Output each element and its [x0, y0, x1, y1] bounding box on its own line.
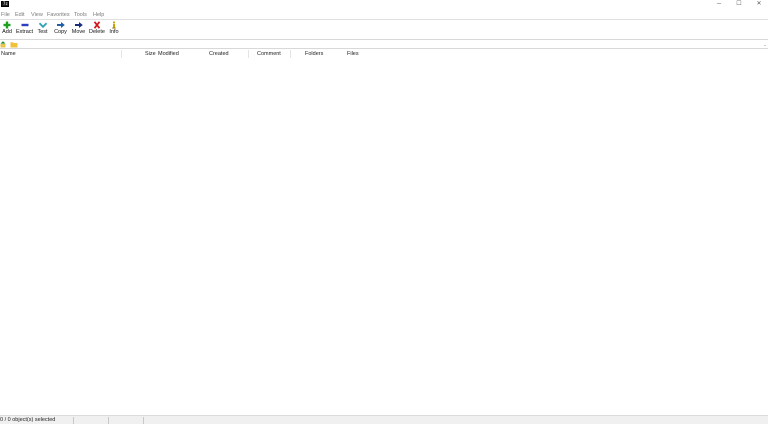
minimize-button[interactable]: ─ — [709, 0, 729, 9]
column-divider[interactable] — [248, 50, 249, 58]
status-divider — [143, 417, 144, 424]
column-header-modified[interactable]: Modified — [158, 50, 179, 58]
menu-help[interactable]: Help — [93, 12, 104, 19]
test-label: Test — [37, 29, 48, 35]
minus-icon — [21, 23, 28, 27]
column-header-folders[interactable]: Folders — [305, 50, 323, 58]
column-divider[interactable] — [121, 50, 122, 58]
menu-favorites[interactable]: Favorites — [47, 12, 70, 19]
copy-arrow-icon — [56, 22, 65, 28]
status-bar: 0 / 0 object(s) selected — [0, 415, 768, 424]
up-folder-icon[interactable] — [0, 41, 7, 48]
copy-label: Copy — [54, 29, 67, 35]
info-button[interactable]: Info — [108, 21, 120, 39]
menu-file[interactable]: File — [1, 12, 10, 19]
extract-label: Extract — [15, 29, 34, 35]
move-label: Move — [71, 29, 86, 35]
column-divider[interactable] — [290, 50, 291, 58]
menu-view[interactable]: View — [31, 12, 43, 19]
extract-button[interactable]: Extract — [15, 21, 34, 39]
column-header-size[interactable]: Size — [145, 50, 156, 58]
close-button[interactable]: ✕ — [749, 0, 768, 9]
check-icon — [38, 22, 47, 29]
status-divider — [108, 417, 109, 424]
address-input[interactable] — [20, 40, 762, 48]
menu-bar: File Edit View Favorites Tools Help — [0, 11, 768, 19]
file-list[interactable] — [0, 58, 768, 415]
delete-button[interactable]: Delete — [88, 21, 106, 39]
menu-tools[interactable]: Tools — [74, 12, 87, 19]
column-header-files[interactable]: Files — [347, 50, 359, 58]
title-bar: 7z ─ ☐ ✕ — [0, 0, 768, 10]
address-dropdown-button[interactable]: ⌄ — [762, 41, 768, 48]
delete-x-icon — [93, 21, 101, 29]
info-label: Info — [109, 29, 119, 35]
delete-label: Delete — [89, 29, 105, 35]
app-logo-text: 7z — [3, 1, 8, 6]
maximize-button[interactable]: ☐ — [729, 0, 749, 9]
toolbar: Add Extract Test Copy Move Delete Info — [0, 19, 768, 39]
copy-button[interactable]: Copy — [53, 21, 68, 39]
info-icon — [112, 21, 116, 29]
move-arrow-icon — [74, 22, 83, 28]
test-button[interactable]: Test — [36, 21, 49, 39]
add-label: Add — [2, 29, 12, 35]
column-header-comment[interactable]: Comment — [257, 50, 281, 58]
move-button[interactable]: Move — [71, 21, 86, 39]
folder-icon — [10, 42, 18, 48]
column-header-name[interactable]: Name — [1, 50, 16, 58]
list-header: Name Size Modified Created Comment Folde… — [0, 50, 768, 58]
selection-status: 0 / 0 object(s) selected — [0, 417, 56, 423]
column-header-created[interactable]: Created — [209, 50, 229, 58]
plus-icon — [3, 21, 11, 29]
add-button[interactable]: Add — [1, 21, 13, 39]
menu-edit[interactable]: Edit — [15, 12, 24, 19]
address-bar: ⌄ — [0, 39, 768, 49]
app-logo-icon: 7z — [1, 1, 9, 7]
status-divider — [73, 417, 74, 424]
